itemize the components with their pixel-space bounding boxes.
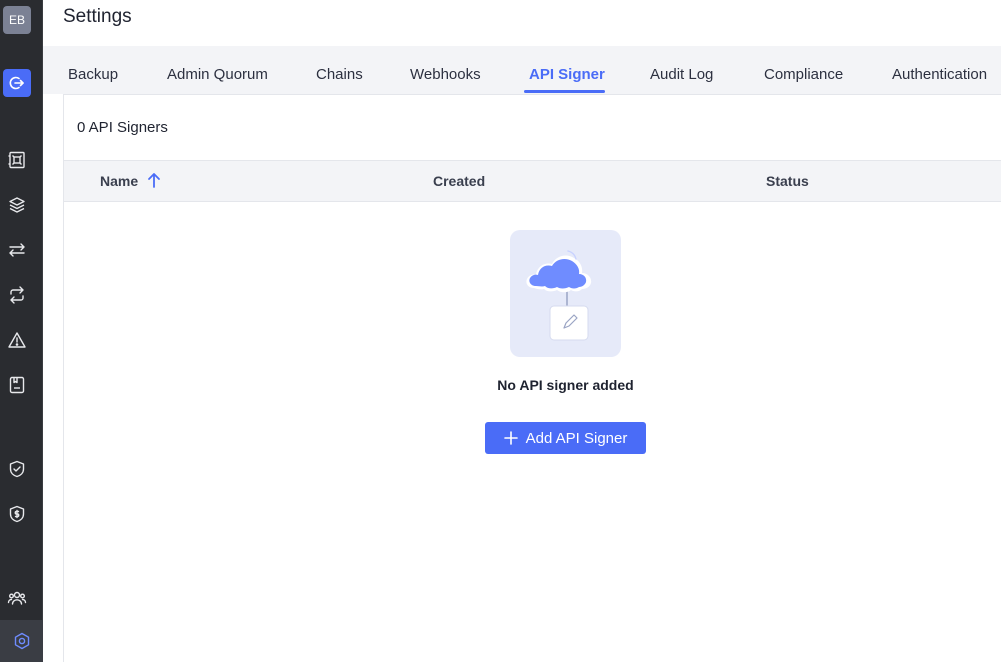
repeat-icon: [10, 286, 24, 304]
sidebar-item-vault[interactable]: [3, 146, 31, 174]
add-api-signer-label: Add API Signer: [525, 429, 628, 447]
gear-icon: [14, 632, 29, 650]
logout-button[interactable]: [3, 69, 31, 97]
main-area: Settings Backup Admin Quorum Chains Webh…: [43, 0, 1001, 662]
shield-check-icon: [9, 460, 25, 478]
avatar[interactable]: EB: [3, 6, 31, 34]
sidebar-item-reports[interactable]: [3, 371, 31, 399]
sort-ascending-icon[interactable]: [146, 171, 162, 189]
tab-backup[interactable]: Backup: [68, 66, 118, 83]
sidebar-item-compliance[interactable]: [3, 500, 31, 528]
logout-icon: [9, 76, 24, 90]
tab-chains[interactable]: Chains: [316, 66, 363, 83]
tab-compliance[interactable]: Compliance: [764, 66, 843, 83]
column-header-name-label: Name: [100, 173, 139, 189]
tabs-bar: Backup Admin Quorum Chains Webhooks API …: [43, 46, 1001, 94]
cloud-signer-icon: [526, 250, 592, 341]
tab-webhooks[interactable]: Webhooks: [410, 66, 481, 83]
shield-dollar-icon: [9, 505, 25, 523]
users-icon: [7, 591, 27, 605]
layers-icon: [9, 197, 25, 213]
sidebar-item-settings[interactable]: [0, 620, 43, 662]
sidebar-item-assets[interactable]: [3, 191, 31, 219]
sidebar-item-recurring[interactable]: [3, 281, 31, 309]
sidebar-item-transfers[interactable]: [3, 236, 31, 264]
sidebar-item-policies[interactable]: [3, 455, 31, 483]
active-tab-indicator: [524, 90, 605, 93]
tab-api-signer[interactable]: API Signer: [529, 66, 605, 83]
add-api-signer-button[interactable]: Add API Signer: [485, 422, 646, 454]
table-header: Name Created Status: [64, 160, 1001, 202]
warning-icon: [8, 332, 26, 348]
column-header-name[interactable]: Name: [100, 173, 138, 189]
tab-audit-log[interactable]: Audit Log: [650, 66, 713, 83]
transfer-icon: [9, 243, 25, 257]
page-header: Settings: [43, 0, 1001, 46]
sidebar-item-alerts[interactable]: [3, 326, 31, 354]
column-header-created[interactable]: Created: [433, 173, 485, 189]
plus-icon: [503, 431, 518, 445]
sidebar-item-team[interactable]: [3, 584, 31, 612]
empty-state-message: No API signer added: [497, 377, 634, 393]
tab-admin-quorum[interactable]: Admin Quorum: [167, 66, 268, 83]
sidebar: EB: [0, 0, 43, 662]
column-header-status[interactable]: Status: [766, 173, 809, 189]
tab-authentication[interactable]: Authentication: [892, 66, 987, 83]
api-signer-panel: 0 API Signers Name Created Status No API…: [63, 94, 1001, 662]
clipboard-icon: [9, 376, 25, 394]
empty-state-illustration: [510, 230, 621, 357]
page-title: Settings: [63, 6, 132, 27]
vault-icon: [8, 151, 25, 169]
api-signer-count: 0 API Signers: [77, 119, 168, 136]
